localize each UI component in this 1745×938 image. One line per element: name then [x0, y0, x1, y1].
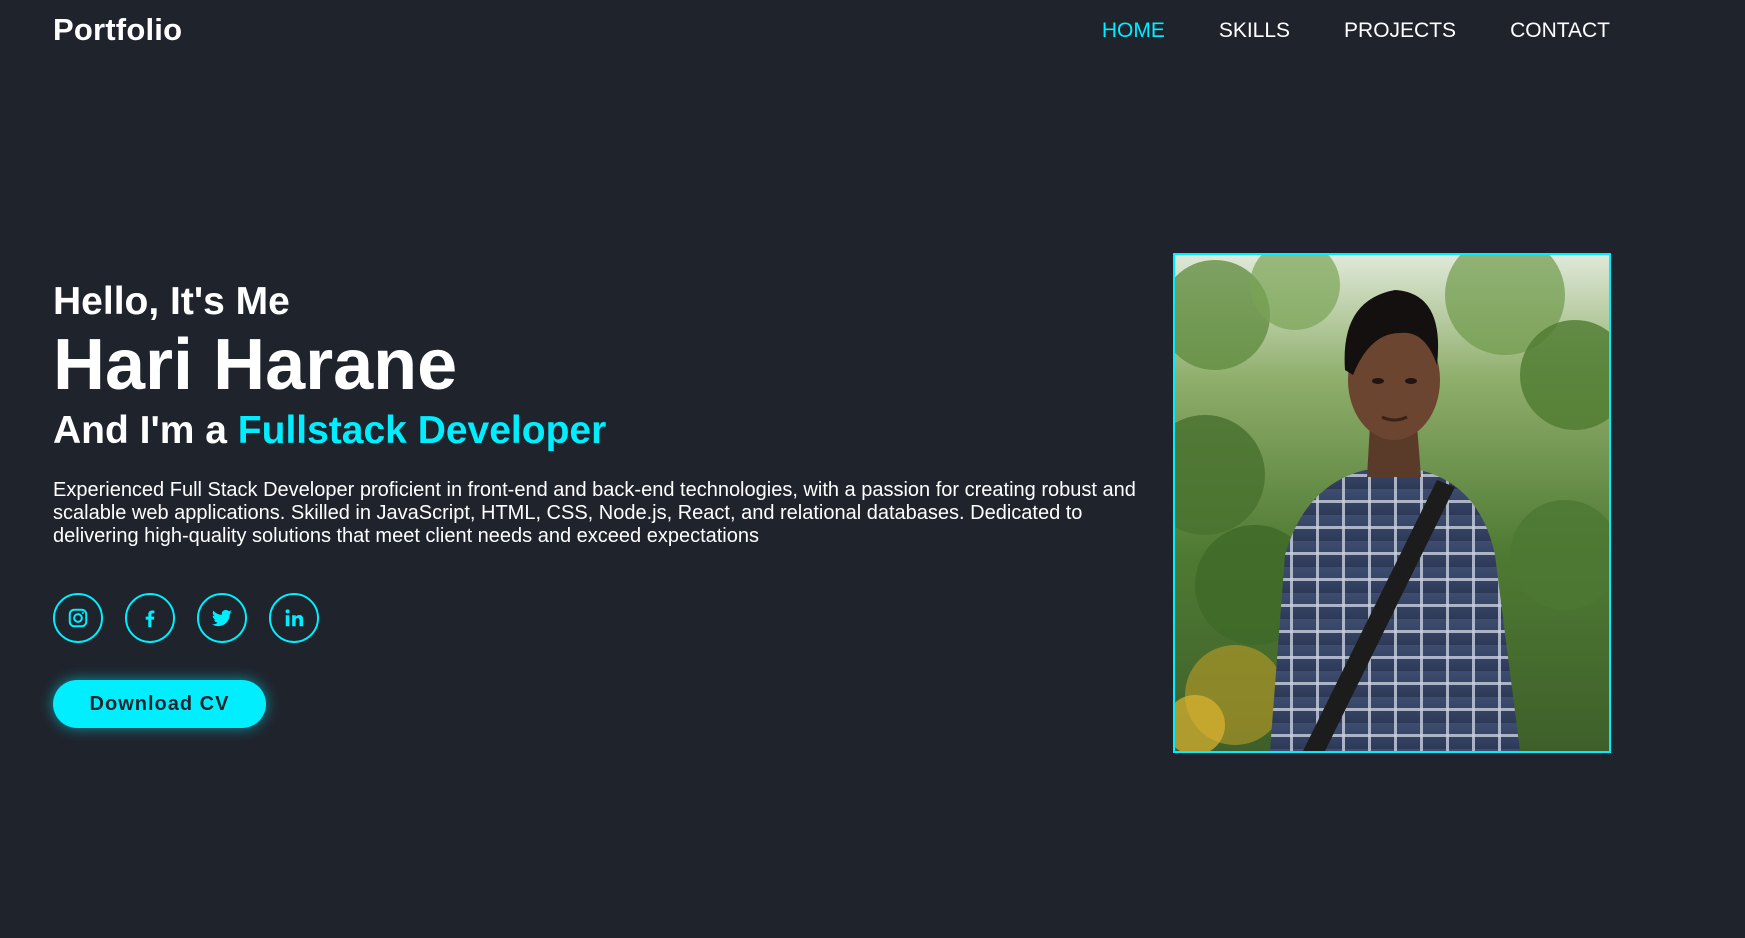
hero-name: Hari Harane — [53, 325, 458, 405]
portrait-illustration — [1175, 255, 1609, 751]
twitter-icon — [211, 609, 232, 627]
download-cv-button[interactable]: Download CV — [53, 680, 266, 728]
instagram-link[interactable] — [53, 593, 103, 643]
hero-content: Hello, It's Me Hari Harane And I'm a Ful… — [53, 280, 1153, 548]
twitter-link[interactable] — [197, 593, 247, 643]
logo[interactable]: Portfolio — [53, 12, 182, 48]
role-highlight: Fullstack Developer — [237, 409, 607, 452]
facebook-icon — [145, 610, 155, 628]
main-nav: HOME SKILLS PROJECTS CONTACT — [1048, 19, 1610, 43]
nav-contact[interactable]: CONTACT — [1510, 19, 1610, 43]
role-prefix: And I'm a — [53, 409, 238, 452]
portfolio-page: Portfolio HOME SKILLS PROJECTS CONTACT H… — [0, 0, 1745, 938]
linkedin-link[interactable] — [269, 593, 319, 643]
hero-greeting: Hello, It's Me — [53, 280, 290, 323]
nav-skills[interactable]: SKILLS — [1219, 19, 1290, 43]
linkedin-icon — [285, 609, 304, 627]
facebook-link[interactable] — [125, 593, 175, 643]
profile-photo — [1173, 253, 1611, 753]
nav-projects[interactable]: PROJECTS — [1344, 19, 1456, 43]
social-links — [53, 593, 341, 643]
site-header: Portfolio HOME SKILLS PROJECTS CONTACT — [0, 0, 1745, 62]
hero-role: And I'm a Fullstack Developer — [53, 406, 1153, 456]
hero-bio: Experienced Full Stack Developer profici… — [53, 479, 1136, 547]
nav-home[interactable]: HOME — [1102, 19, 1165, 43]
instagram-icon — [68, 608, 88, 628]
